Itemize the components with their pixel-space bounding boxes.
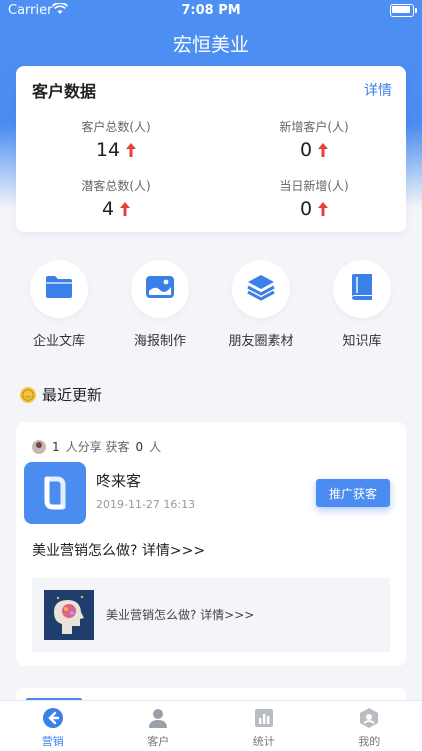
stats-icon (253, 707, 275, 729)
arrow-up-icon (318, 143, 328, 157)
link-thumbnail (44, 590, 94, 640)
stat-total-customers[interactable]: 客户总数(人) 14 (36, 118, 196, 161)
tab-label: 营销 (42, 733, 64, 749)
post-time: 2019-11-27 16:13 (96, 498, 195, 511)
detail-link[interactable]: 详情 (364, 80, 392, 100)
arrow-up-icon (318, 202, 328, 216)
tab-profile[interactable]: 我的 (317, 701, 422, 751)
share-text: 人分享 获客 (66, 438, 130, 455)
tab-label: 统计 (253, 733, 275, 749)
book-icon (350, 273, 374, 305)
tab-marketing[interactable]: 营销 (0, 701, 106, 751)
customer-icon (147, 707, 169, 729)
link-preview[interactable]: 美业营销怎么做? 详情>>> (32, 578, 390, 652)
tab-stats[interactable]: 统计 (211, 701, 317, 751)
recent-updates-header: 最近更新 (20, 384, 102, 405)
tab-bar: 营销 客户 统计 我的 (0, 700, 422, 751)
promote-button[interactable]: 推广获客 (316, 479, 390, 507)
tab-customer[interactable]: 客户 (106, 701, 212, 751)
stat-value: 4 (102, 198, 114, 220)
gained-count: 0 (135, 440, 143, 454)
quick-action-knowledge[interactable]: 知识库 (322, 260, 402, 349)
status-bar: Carrier 7:08 PM (0, 0, 422, 22)
avatar-icon (32, 440, 46, 454)
arrow-up-icon (126, 143, 136, 157)
quick-action-label: 朋友圈素材 (221, 330, 301, 349)
share-stats: 1 人分享 获客 0 人 (32, 438, 161, 455)
quick-action-label: 企业文库 (19, 330, 99, 349)
brand-logo (24, 462, 86, 524)
smile-icon (20, 387, 36, 403)
stat-value: 0 (300, 139, 312, 161)
folder-icon (45, 275, 73, 303)
customer-data-card: 客户数据 详情 客户总数(人) 14 新增客户(人) 0 潜客总数(人) 4 当… (16, 66, 406, 232)
app-title: 宏恒美业 (0, 30, 422, 57)
stat-today-new[interactable]: 当日新增(人) 0 (234, 177, 394, 220)
marketing-icon (42, 707, 64, 729)
tab-label: 客户 (147, 733, 169, 749)
quick-action-poster[interactable]: 海报制作 (120, 260, 200, 349)
stat-label: 潜客总数(人) (36, 177, 196, 194)
post-author: 咚来客 (96, 470, 141, 491)
post-card[interactable]: 1 人分享 获客 0 人 咚来客 2019-11-27 16:13 推广获客 美… (16, 422, 406, 666)
layers-icon (246, 273, 276, 305)
battery-icon (390, 4, 414, 17)
gained-unit: 人 (149, 438, 161, 455)
clock: 7:08 PM (0, 3, 422, 18)
stat-label: 客户总数(人) (36, 118, 196, 135)
tab-label: 我的 (358, 733, 380, 749)
arrow-up-icon (120, 202, 130, 216)
post-text[interactable]: 美业营销怎么做? 详情>>> (32, 540, 205, 560)
quick-action-moments[interactable]: 朋友圈素材 (221, 260, 301, 349)
stat-label: 新增客户(人) (234, 118, 394, 135)
share-count: 1 (52, 440, 60, 454)
profile-icon (358, 707, 380, 729)
stat-value: 14 (96, 139, 120, 161)
stat-potential-customers[interactable]: 潜客总数(人) 4 (36, 177, 196, 220)
quick-action-library[interactable]: 企业文库 (19, 260, 99, 349)
link-text: 美业营销怎么做? 详情>>> (106, 606, 254, 623)
stat-label: 当日新增(人) (234, 177, 394, 194)
card-title: 客户数据 (32, 78, 96, 102)
quick-action-label: 海报制作 (120, 330, 200, 349)
section-title: 最近更新 (42, 384, 102, 405)
poster-icon (145, 275, 175, 303)
quick-action-label: 知识库 (322, 330, 402, 349)
stat-new-customers[interactable]: 新增客户(人) 0 (234, 118, 394, 161)
stat-value: 0 (300, 198, 312, 220)
